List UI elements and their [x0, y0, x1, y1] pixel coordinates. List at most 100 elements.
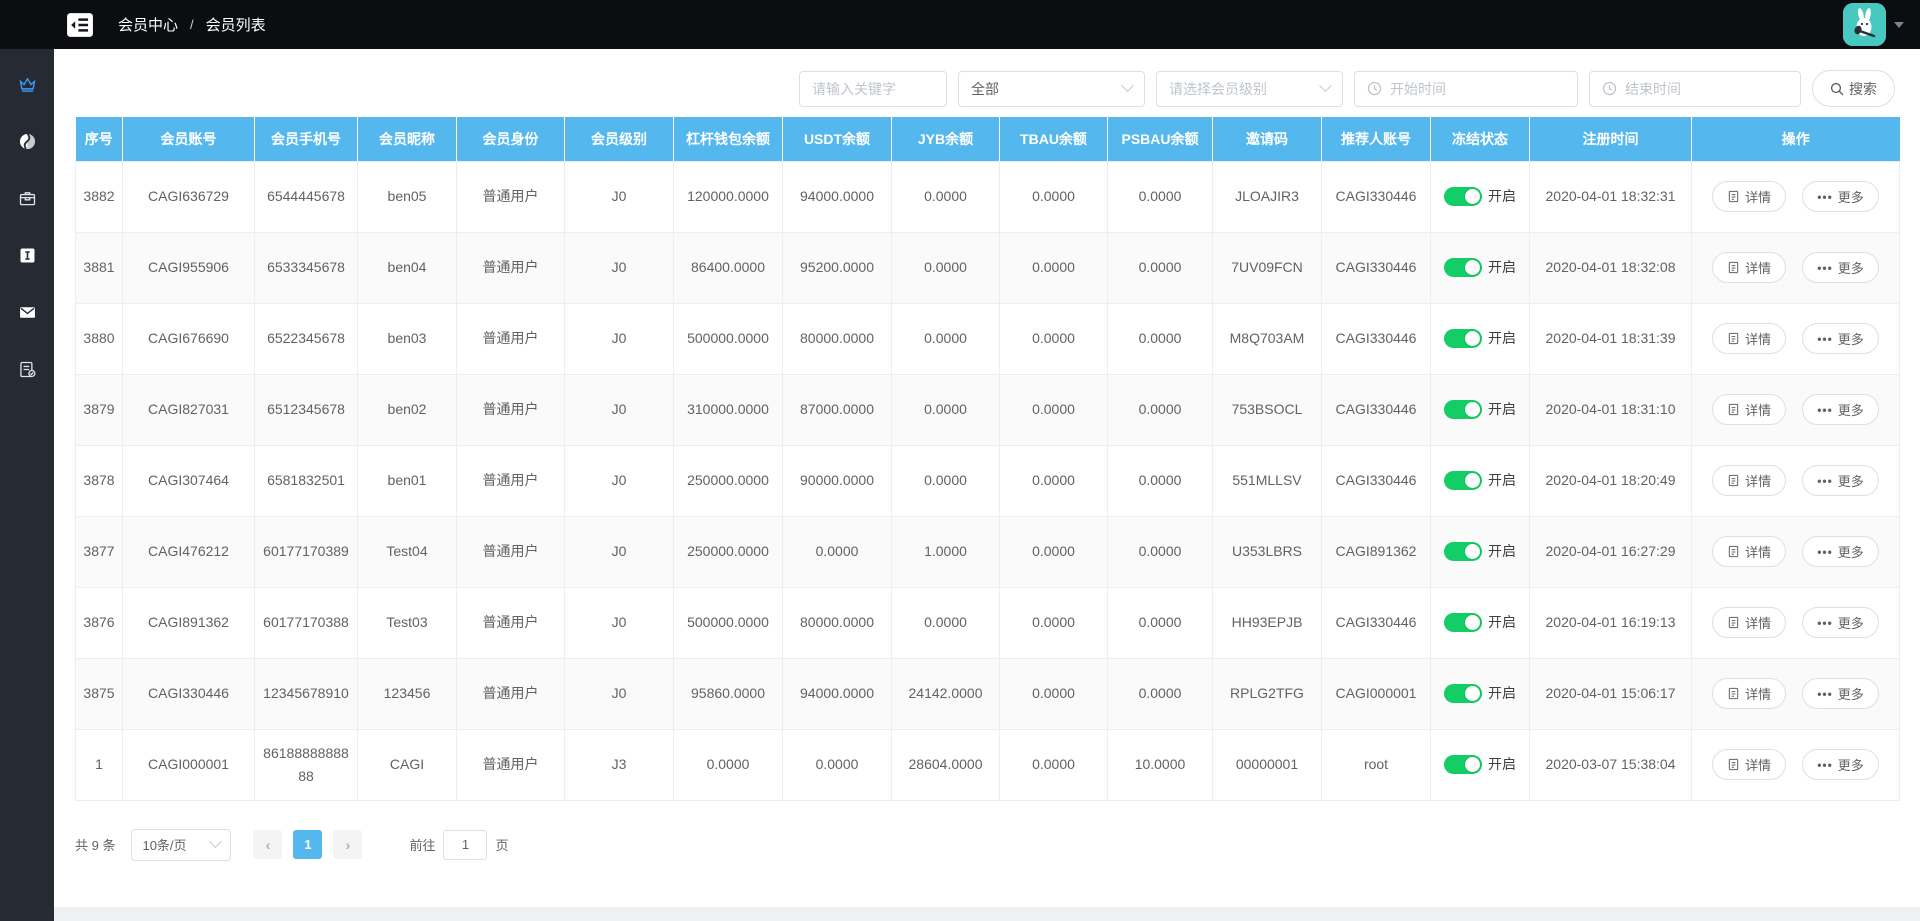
sidebar-item-globe[interactable]	[13, 127, 41, 155]
column-header: USDT余额	[782, 117, 892, 161]
cell-invite_code: 7UV09FCN	[1212, 231, 1322, 304]
cell-level: J3	[564, 728, 674, 801]
clock-icon	[1367, 81, 1382, 96]
freeze-toggle[interactable]	[1444, 612, 1482, 632]
freeze-toggle[interactable]	[1444, 541, 1482, 561]
detail-button[interactable]: 详情	[1712, 252, 1787, 283]
toggle-knob	[1464, 400, 1481, 418]
cell-account: CAGI955906	[122, 231, 255, 304]
sidebar-item-file-check[interactable]	[13, 355, 41, 383]
collapse-menu-icon[interactable]	[66, 12, 94, 38]
cell-invite_code: JLOAJIR3	[1212, 160, 1322, 233]
cell-identity: 普通用户	[456, 515, 565, 588]
sidebar	[0, 0, 54, 921]
cell-level: J0	[564, 515, 674, 588]
page-number-button[interactable]: 1	[293, 830, 323, 859]
sidebar-item-info-square[interactable]	[13, 241, 41, 269]
detail-button[interactable]: 详情	[1712, 465, 1787, 496]
more-button[interactable]: ••• 更多	[1802, 465, 1879, 496]
column-header: JYB余额	[891, 117, 1000, 161]
cell-usdt_balance: 94000.0000	[782, 160, 892, 233]
freeze-toggle[interactable]	[1444, 470, 1482, 490]
column-header: PSBAU余额	[1107, 117, 1213, 161]
detail-button[interactable]: 详情	[1712, 323, 1787, 354]
column-header: 邀请码	[1212, 117, 1322, 161]
more-button[interactable]: ••• 更多	[1802, 678, 1879, 709]
cell-usdt_balance: 87000.0000	[782, 373, 892, 446]
more-dots-icon: •••	[1817, 473, 1833, 488]
avatar-dropdown-caret[interactable]	[1894, 21, 1904, 28]
identity-select[interactable]: 全部	[958, 70, 1145, 107]
detail-button[interactable]: 详情	[1712, 536, 1787, 567]
detail-button[interactable]: 详情	[1712, 181, 1787, 212]
freeze-toggle[interactable]	[1444, 328, 1482, 348]
more-button[interactable]: ••• 更多	[1802, 749, 1879, 780]
cell-lever_balance: 500000.0000	[673, 586, 783, 659]
start-time-input[interactable]: 开始时间	[1354, 70, 1578, 107]
sidebar-item-crown[interactable]	[13, 70, 41, 98]
detail-button[interactable]: 详情	[1712, 394, 1787, 425]
more-button[interactable]: ••• 更多	[1802, 323, 1879, 354]
freeze-toggle[interactable]	[1444, 683, 1482, 703]
table-row: 3877 CAGI476212 60177170389 Test04 普通用户 J0 250…	[75, 515, 1900, 588]
column-header: 会员级别	[564, 117, 674, 161]
cell-seq: 3875	[75, 657, 123, 730]
freeze-toggle[interactable]	[1444, 186, 1482, 206]
cell-usdt_balance: 95200.0000	[782, 231, 892, 304]
cell-reg-time: 2020-03-07 15:38:04	[1529, 728, 1692, 801]
level-placeholder: 请选择会员级别	[1169, 80, 1267, 97]
page-size-select[interactable]: 10条/页	[131, 828, 232, 861]
crown-icon	[17, 74, 38, 95]
table-row: 3875 CAGI330446 12345678910 123456 普通用户 J0 958…	[75, 657, 1900, 730]
keyword-input[interactable]: 请输入关键字	[799, 70, 947, 107]
more-button-label: 更多	[1837, 687, 1864, 702]
freeze-status-label: 开启	[1488, 401, 1516, 418]
cell-reg-time: 2020-04-01 18:20:49	[1529, 444, 1692, 517]
breadcrumb-item-member-center[interactable]: 会员中心	[118, 14, 178, 35]
end-time-input[interactable]: 结束时间	[1589, 70, 1801, 107]
search-icon	[1830, 82, 1844, 96]
more-dots-icon: •••	[1817, 402, 1833, 417]
breadcrumb-item-member-list[interactable]: 会员列表	[206, 14, 266, 35]
cell-reg-time: 2020-04-01 18:32:08	[1529, 231, 1692, 304]
more-button[interactable]: ••• 更多	[1802, 394, 1879, 425]
pagination: 共 9 条 10条/页 ‹ 1 › 前往 页	[75, 828, 1920, 861]
cell-phone: 6522345678	[254, 302, 358, 375]
cell-actions: 详情 ••• 更多	[1691, 302, 1900, 375]
cell-identity: 普通用户	[456, 586, 565, 659]
more-button[interactable]: ••• 更多	[1802, 607, 1879, 638]
cell-psbau_balance: 0.0000	[1107, 586, 1213, 659]
cell-identity: 普通用户	[456, 373, 565, 446]
search-button[interactable]: 搜索	[1812, 70, 1895, 107]
cell-jyb_balance: 0.0000	[891, 373, 1000, 446]
cell-lever_balance: 120000.0000	[673, 160, 783, 233]
cell-reg-time: 2020-04-01 15:06:17	[1529, 657, 1692, 730]
cell-reg-time: 2020-04-01 18:32:31	[1529, 160, 1692, 233]
freeze-toggle[interactable]	[1444, 257, 1482, 277]
more-button[interactable]: ••• 更多	[1802, 181, 1879, 212]
level-select[interactable]: 请选择会员级别	[1156, 70, 1343, 107]
freeze-toggle[interactable]	[1444, 754, 1482, 774]
sidebar-item-toolbox[interactable]	[13, 184, 41, 212]
toggle-knob	[1464, 187, 1481, 205]
goto-page-input[interactable]	[443, 829, 488, 860]
detail-button[interactable]: 详情	[1712, 678, 1787, 709]
detail-button[interactable]: 详情	[1712, 749, 1787, 780]
cell-lever_balance: 86400.0000	[673, 231, 783, 304]
prev-page-button[interactable]: ‹	[253, 830, 283, 859]
cell-nickname: ben01	[357, 444, 457, 517]
document-icon	[1727, 474, 1740, 487]
cell-identity: 普通用户	[456, 657, 565, 730]
identity-selected-value: 全部	[971, 80, 999, 97]
detail-button[interactable]: 详情	[1712, 607, 1787, 638]
more-button[interactable]: ••• 更多	[1802, 252, 1879, 283]
cell-level: J0	[564, 373, 674, 446]
toggle-knob	[1464, 684, 1481, 702]
next-page-button[interactable]: ›	[333, 830, 363, 859]
freeze-toggle[interactable]	[1444, 399, 1482, 419]
sidebar-item-mail[interactable]	[13, 298, 41, 326]
chevron-down-icon	[209, 835, 223, 849]
detail-button-label: 详情	[1745, 758, 1772, 773]
more-button[interactable]: ••• 更多	[1802, 536, 1879, 567]
user-avatar[interactable]	[1843, 3, 1886, 46]
